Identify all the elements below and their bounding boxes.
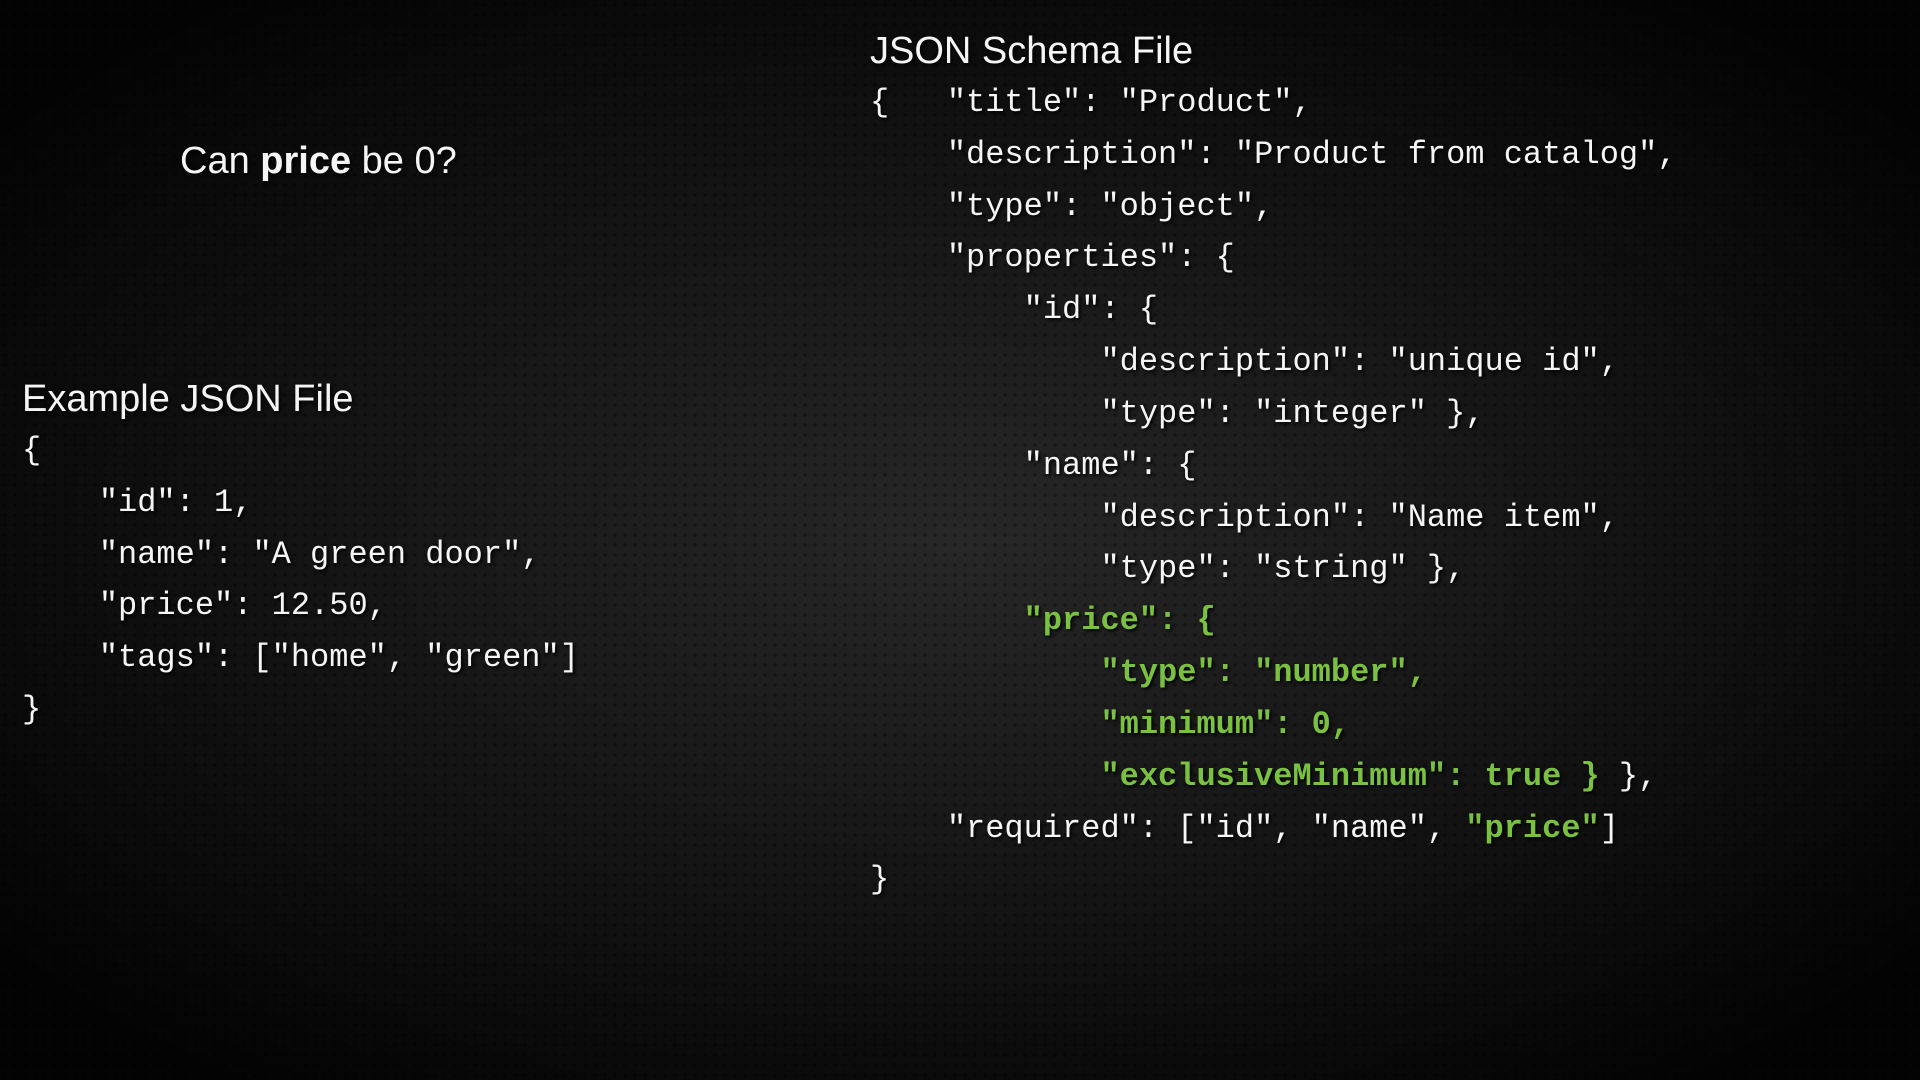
example-json-code: { "id": 1, "name": "A green door", "pric… xyxy=(22,425,579,736)
code-line: "name": { xyxy=(870,447,1196,484)
highlighted-price-type: "type": "number", xyxy=(1100,654,1426,691)
code-line: "price": 12.50, xyxy=(22,587,387,624)
code-line: "type": "object", xyxy=(870,188,1273,225)
code-fragment: }, xyxy=(1600,758,1658,795)
code-indent xyxy=(870,654,1100,691)
highlighted-price-open: "price": { xyxy=(1024,602,1216,639)
code-line: "description": "Name item", xyxy=(870,499,1619,536)
code-line: "id": { xyxy=(870,291,1158,328)
question-prefix: Can xyxy=(180,140,260,182)
code-line: "description": "unique id", xyxy=(870,343,1619,380)
code-line: "properties": { xyxy=(870,239,1235,276)
code-line: "exclusiveMinimum": true } }, xyxy=(870,758,1657,795)
code-line: "type": "number", xyxy=(870,654,1427,691)
code-line: "required": ["id", "name", "price"] xyxy=(870,810,1619,847)
code-line: "name": "A green door", xyxy=(22,536,540,573)
code-line: "tags": ["home", "green"] xyxy=(22,639,579,676)
code-line: { "title": "Product", xyxy=(870,84,1312,121)
question-emphasis: price xyxy=(260,140,351,182)
code-indent xyxy=(870,602,1024,639)
code-line: "id": 1, xyxy=(22,484,252,521)
highlighted-price-minimum: "minimum": 0, xyxy=(1100,706,1350,743)
code-line: } xyxy=(870,861,889,898)
code-line: "description": "Product from catalog", xyxy=(870,136,1677,173)
highlighted-price-exclusive: "exclusiveMinimum": true } xyxy=(1100,758,1599,795)
code-line: "minimum": 0, xyxy=(870,706,1350,743)
json-schema-code: { "title": "Product", "description": "Pr… xyxy=(870,77,1677,906)
code-fragment: "required": ["id", "name", xyxy=(870,810,1465,847)
code-indent xyxy=(870,758,1100,795)
question-suffix: be 0? xyxy=(351,140,457,182)
code-line: "type": "string" }, xyxy=(870,550,1465,587)
json-schema-title: JSON Schema File xyxy=(870,30,1193,73)
code-line: "price": { xyxy=(870,602,1216,639)
example-json-title: Example JSON File xyxy=(22,378,354,421)
code-line: { xyxy=(22,432,41,469)
code-line: } xyxy=(22,691,41,728)
slide-question: Can price be 0? xyxy=(180,140,457,183)
code-line: "type": "integer" }, xyxy=(870,395,1485,432)
highlighted-required-price: "price" xyxy=(1465,810,1599,847)
code-indent xyxy=(870,706,1100,743)
code-fragment: ] xyxy=(1600,810,1619,847)
